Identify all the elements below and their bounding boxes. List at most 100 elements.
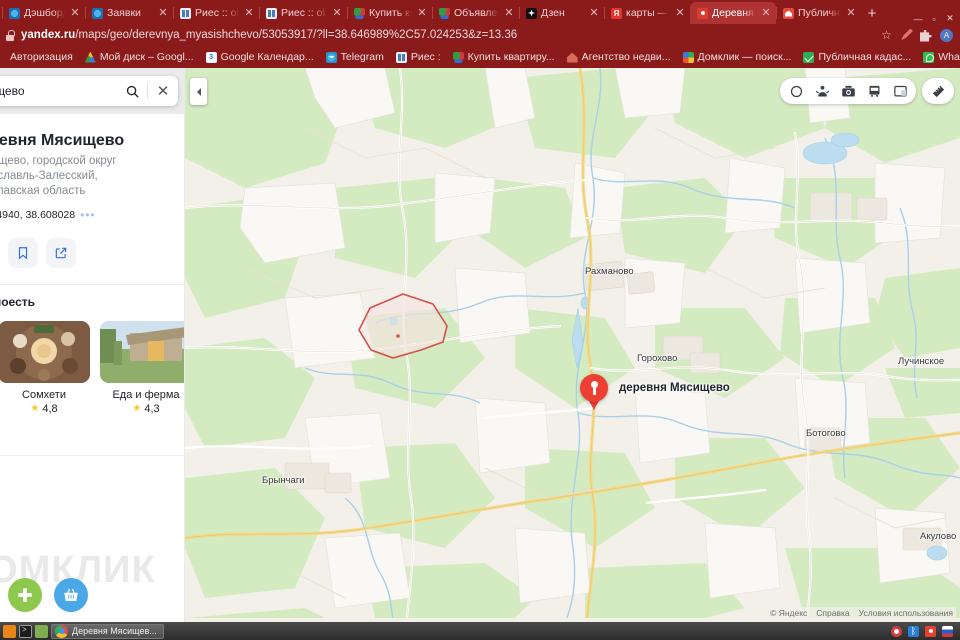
browser-tab[interactable]: Купить кв ✕ xyxy=(347,2,432,24)
pharmacy-category-button[interactable] xyxy=(8,578,42,612)
puzzle-icon[interactable] xyxy=(920,30,932,42)
bookmark-item[interactable]: Риес : xyxy=(390,51,447,63)
collapse-panel-button[interactable] xyxy=(190,78,207,105)
tab-close-icon[interactable]: ✕ xyxy=(845,7,857,19)
tab-close-icon[interactable]: ✕ xyxy=(503,7,515,19)
bookmark-item[interactable]: Купить квартиру... xyxy=(447,51,561,63)
bluetooth-icon[interactable] xyxy=(908,625,919,637)
ru-flag-icon[interactable] xyxy=(942,625,953,637)
map-control-group xyxy=(780,78,916,104)
more-options-icon[interactable]: ••• xyxy=(80,208,96,222)
shop-category-button[interactable] xyxy=(54,578,88,612)
whatsapp-icon xyxy=(923,51,935,63)
tab-close-icon[interactable]: ✕ xyxy=(69,7,81,19)
map-label-botogovo: Ботогово xyxy=(806,428,846,439)
more-link[interactable]: Ещё xyxy=(0,429,170,441)
maximize-button[interactable]: ▫ xyxy=(926,14,942,24)
tab-label: Деревня М xyxy=(712,7,756,19)
bookmark-item[interactable]: Домклик — поиск... xyxy=(677,51,798,63)
browser-tab-active[interactable]: Деревня М ✕ xyxy=(690,2,776,24)
browser-tab[interactable]: Заявки ✕ xyxy=(85,2,173,24)
search-icon[interactable] xyxy=(117,84,147,99)
pen-icon[interactable] xyxy=(901,28,913,41)
taskbar-window-button[interactable]: Деревня Мясищев... xyxy=(51,623,164,639)
browser-tab[interactable]: Дзен ✕ xyxy=(519,2,604,24)
bookmark-item[interactable]: 3 Google Календар... xyxy=(200,51,320,63)
share-button[interactable] xyxy=(46,237,76,268)
lock-icon xyxy=(5,29,15,41)
circle-icon[interactable] xyxy=(784,79,808,103)
terminal-icon[interactable] xyxy=(19,624,32,638)
window-controls: — ▫ ✕ xyxy=(910,13,960,24)
bookmark-item[interactable]: WhatsApp xyxy=(917,51,960,63)
taskbar: Деревня Мясищев... xyxy=(0,622,960,640)
grid-icon xyxy=(180,7,191,19)
help-link[interactable]: Справка xyxy=(816,608,849,618)
bus-icon[interactable] xyxy=(862,79,886,103)
search-input[interactable]: Мясищево xyxy=(0,84,117,98)
orange-icon[interactable] xyxy=(3,624,16,638)
layers-icon[interactable] xyxy=(888,79,912,103)
browser-tab[interactable]: Дэшборд ✕ xyxy=(2,2,85,24)
place-thumbnail xyxy=(0,320,90,383)
screen: Дэшборд ✕ Заявки ✕ Риес :: obj ✕ Риес ::… xyxy=(0,0,960,640)
coordinates-text: 57.024940, 38.608028 xyxy=(0,208,76,221)
system-tray xyxy=(891,625,957,637)
bookmark-item[interactable]: Публичная кадас... xyxy=(797,51,917,63)
close-icon[interactable]: ✕ xyxy=(148,82,178,100)
address-bar[interactable]: yandex.ru/maps/geo/derevnya_myasishchevo… xyxy=(0,24,960,46)
yandex-icon[interactable] xyxy=(925,625,936,637)
tab-close-icon[interactable]: ✕ xyxy=(157,7,169,19)
folder-icon[interactable] xyxy=(35,624,48,638)
tab-label: Риес :: obj xyxy=(195,7,239,19)
basket-icon xyxy=(64,588,78,601)
map-control-group xyxy=(922,78,954,104)
list-item[interactable]: Сомхети ★ 4,8 xyxy=(0,320,90,415)
camera-icon[interactable] xyxy=(836,79,860,103)
taskbar-window-title: Деревня Мясищев... xyxy=(72,626,157,636)
place-name: Еда и ферма xyxy=(112,388,180,401)
bookmark-button[interactable] xyxy=(8,237,38,268)
search-bar[interactable]: Мясищево ✕ xyxy=(0,76,178,106)
browser-tab[interactable]: Объявлен ✕ xyxy=(432,2,519,24)
browser-tab[interactable]: карты — Я ✕ xyxy=(604,2,690,24)
ruler-icon[interactable] xyxy=(926,79,950,103)
tab-label: Объявлен xyxy=(454,7,499,19)
chrome-icon xyxy=(55,624,68,638)
bookmark-item[interactable]: Мой диск – Googl... xyxy=(79,51,200,63)
profile-icon[interactable]: A xyxy=(940,28,953,42)
minimize-button[interactable]: — xyxy=(910,14,926,24)
browser-tab[interactable]: Риес :: obj ✕ xyxy=(173,2,259,24)
category-shortcuts xyxy=(0,578,184,612)
terms-link[interactable]: Условия использования xyxy=(859,608,953,618)
new-tab-button[interactable]: + xyxy=(861,2,883,24)
bookmark-item[interactable]: Telegram xyxy=(320,51,390,63)
place-coordinates[interactable]: 57.024940, 38.608028 ••• xyxy=(0,208,170,222)
url-path: /maps/geo/derevnya_myasishchevo/53053917… xyxy=(75,29,518,41)
place-card: деревня Мясищево Мясищево, городской окр… xyxy=(0,114,184,622)
map-controls xyxy=(780,78,954,104)
panorama-icon[interactable] xyxy=(810,79,834,103)
shield-icon[interactable] xyxy=(891,625,902,637)
map-canvas[interactable]: деревня Мясищево Рахманово Горохово Лучи… xyxy=(185,68,960,622)
place-marker[interactable] xyxy=(580,374,608,410)
dots-icon xyxy=(354,7,365,19)
bookmark-item[interactable]: Агентство недви... xyxy=(561,51,677,63)
url-text[interactable]: yandex.ru/maps/geo/derevnya_myasishchevo… xyxy=(21,29,874,41)
grid-icon xyxy=(395,51,407,63)
bookmark-label: Публичная кадас... xyxy=(818,51,912,63)
browser-tab[interactable]: Риес :: obj ✕ xyxy=(259,2,347,24)
bookmark-item[interactable]: Авторизация xyxy=(4,51,79,63)
browser-tab[interactable]: Публична ✕ xyxy=(776,2,861,24)
close-window-button[interactable]: ✕ xyxy=(942,13,958,24)
tab-close-icon[interactable]: ✕ xyxy=(588,7,600,19)
tab-label: карты — Я xyxy=(626,7,670,19)
tab-close-icon[interactable]: ✕ xyxy=(243,7,255,19)
tab-close-icon[interactable]: ✕ xyxy=(760,7,772,19)
star-icon[interactable]: ☆ xyxy=(880,28,893,42)
tab-label: Дзен xyxy=(541,7,565,19)
tab-close-icon[interactable]: ✕ xyxy=(331,7,343,19)
tab-close-icon[interactable]: ✕ xyxy=(416,7,428,19)
tab-close-icon[interactable]: ✕ xyxy=(674,7,686,19)
list-item[interactable]: Еда и ферма ★ 4,3 xyxy=(100,320,184,415)
